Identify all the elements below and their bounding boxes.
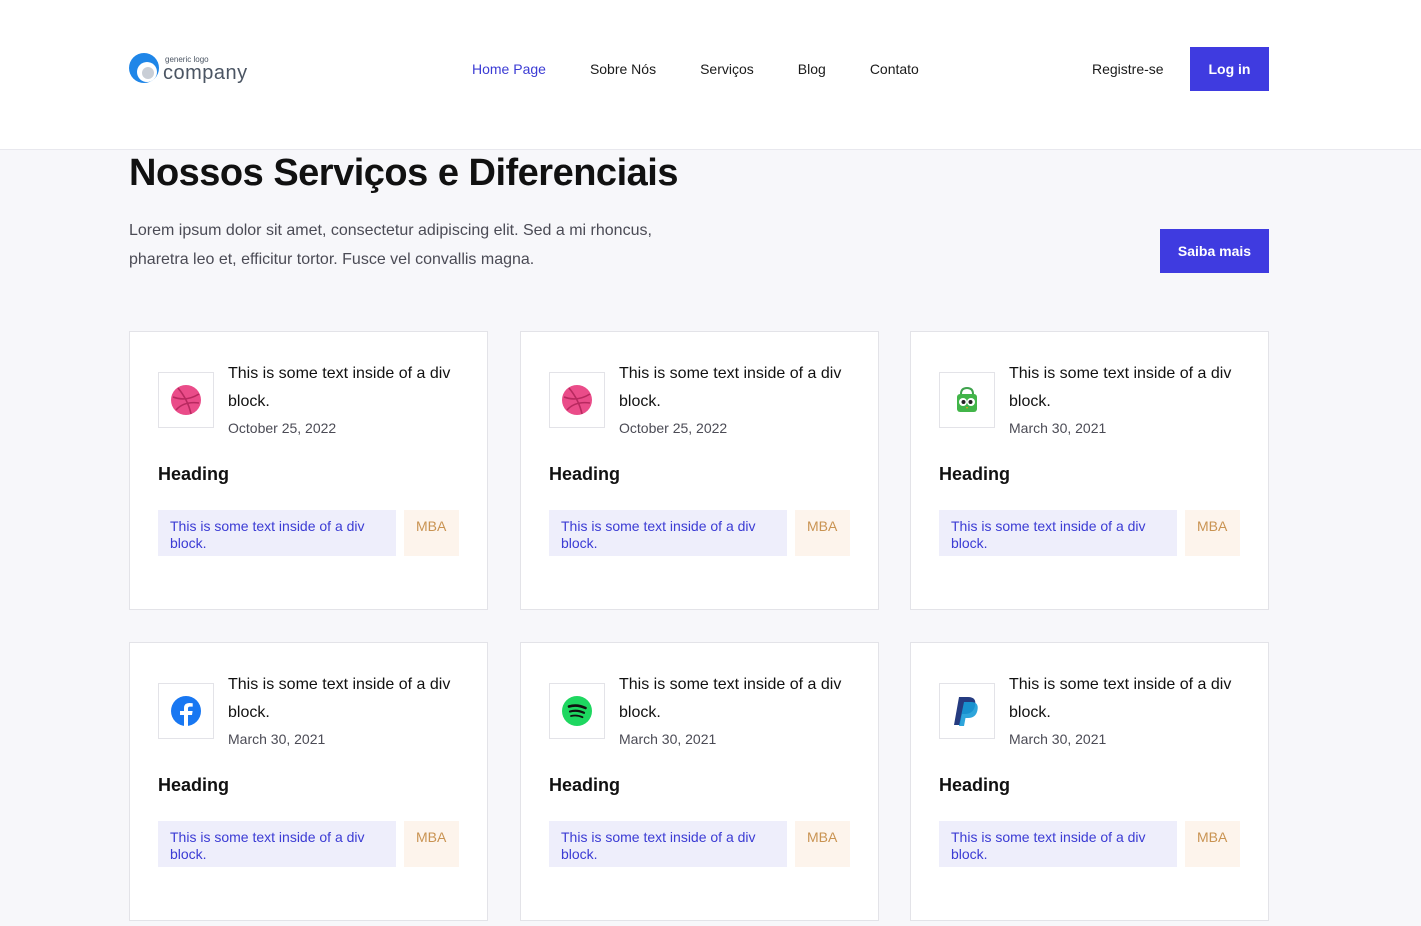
card-title: This is some text inside of a div block. [228,676,451,721]
facebook-icon [171,696,201,726]
card-heading: Heading [158,775,230,795]
card-title: This is some text inside of a div block. [619,365,842,410]
card-date: October 25, 2022 [228,420,337,436]
service-card[interactable]: This is some text inside of a div block.… [129,642,488,921]
card-tag[interactable]: This is some text inside of a div block. [939,510,1177,556]
card-badge[interactable]: MBA [404,821,459,867]
card-title: This is some text inside of a div block. [1009,365,1232,410]
logo-mark-icon [129,53,161,85]
card-title: This is some text inside of a div block. [228,365,451,410]
company-logo[interactable]: generic logo company [129,53,248,85]
card-logo [549,683,605,739]
page-title: Nossos Serviços e Diferenciais [129,152,678,194]
card-heading: Heading [549,775,621,795]
register-link[interactable]: Registre-se [1092,61,1164,77]
nav-contato[interactable]: Contato [870,61,919,77]
card-logo [549,372,605,428]
card-date: March 30, 2021 [1009,420,1107,436]
service-card[interactable]: This is some text inside of a div block.… [129,331,488,610]
card-logo [939,372,995,428]
service-card[interactable]: This is some text inside of a div block.… [520,642,879,921]
card-tag[interactable]: This is some text inside of a div block. [939,821,1177,867]
card-title: This is some text inside of a div block. [619,676,842,721]
card-badge[interactable]: MBA [404,510,459,556]
service-card[interactable]: This is some text inside of a div block.… [910,642,1269,921]
service-card[interactable]: This is some text inside of a div block.… [910,331,1269,610]
card-tag[interactable]: This is some text inside of a div block. [158,821,396,867]
nav-servicos[interactable]: Serviços [700,61,754,77]
login-button[interactable]: Log in [1190,47,1269,91]
nav-sobre-nos[interactable]: Sobre Nós [590,61,656,77]
card-tag[interactable]: This is some text inside of a div block. [158,510,396,556]
paypal-icon [954,697,978,726]
tokopedia-icon [957,386,977,412]
saiba-mais-button[interactable]: Saiba mais [1160,229,1269,273]
card-heading: Heading [939,775,1011,795]
nav-blog[interactable]: Blog [798,61,826,77]
dribbble-icon [171,385,201,415]
card-logo [939,683,995,739]
nav-home-page[interactable]: Home Page [472,61,546,77]
card-date: October 25, 2022 [619,420,728,436]
card-tag[interactable]: This is some text inside of a div block. [549,821,787,867]
card-badge[interactable]: MBA [795,821,850,867]
card-heading: Heading [549,464,621,484]
card-date: March 30, 2021 [1009,731,1107,747]
card-tag[interactable]: This is some text inside of a div block. [549,510,787,556]
card-title: This is some text inside of a div block. [1009,676,1232,721]
card-badge[interactable]: MBA [795,510,850,556]
card-heading: Heading [158,464,230,484]
dribbble-icon [562,385,592,415]
card-heading: Heading [939,464,1011,484]
card-logo [158,372,214,428]
card-date: March 30, 2021 [619,731,717,747]
service-card[interactable]: This is some text inside of a div block.… [520,331,879,610]
page-description: Lorem ipsum dolor sit amet, consectetur … [129,222,652,268]
card-date: March 30, 2021 [228,731,326,747]
spotify-icon [562,696,592,726]
main-nav: Home Page Sobre Nós Serviços Blog Contat… [472,61,963,77]
navbar: generic logo company Home Page Sobre Nós… [0,0,1421,150]
logo-wordmark: company [163,61,248,84]
card-logo [158,683,214,739]
card-badge[interactable]: MBA [1185,821,1240,867]
card-badge[interactable]: MBA [1185,510,1240,556]
